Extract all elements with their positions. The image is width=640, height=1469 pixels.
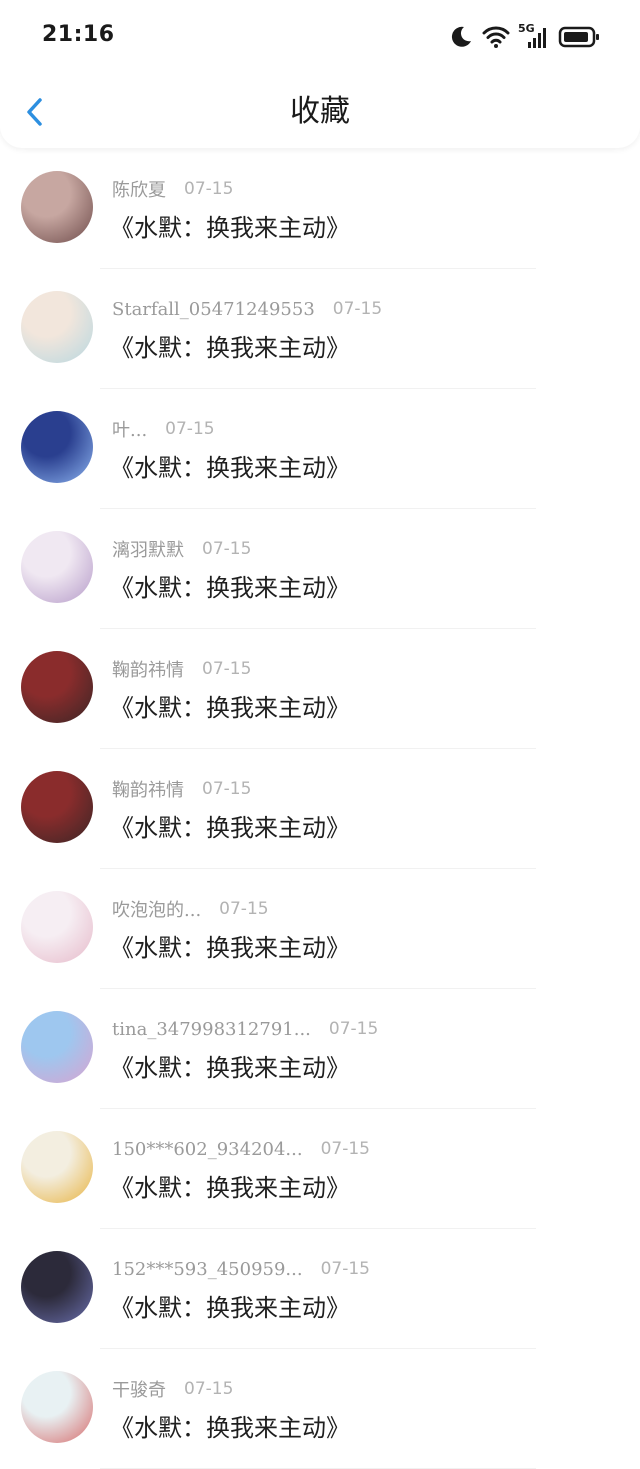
username[interactable]: 鞠韵祎情 [112,776,184,802]
list-item[interactable]: 鞠韵祎情 07-15 《水默：换我来主动》 [0,628,640,749]
avatar[interactable] [21,1371,93,1443]
meta-line: 鞠韵祎情 07-15 [112,656,251,682]
item-title[interactable]: 《水默：换我来主动》 [110,688,350,723]
date-label: 07-15 [219,899,269,919]
avatar[interactable] [21,1251,93,1323]
username[interactable]: 叶... [112,416,147,442]
battery-icon [558,25,600,49]
date-label: 07-15 [184,1379,234,1399]
date-label: 07-15 [184,179,234,199]
item-title[interactable]: 《水默：换我来主动》 [110,1408,350,1443]
item-title[interactable]: 《水默：换我来主动》 [110,448,350,483]
item-title[interactable]: 《水默：换我来主动》 [110,1168,350,1203]
date-label: 07-15 [202,539,252,559]
meta-line: 漓羽默默 07-15 [112,536,251,562]
item-title[interactable]: 《水默：换我来主动》 [110,1288,350,1323]
meta-line: 152***593_450959... 07-15 [112,1256,370,1282]
list-item[interactable]: 陈欣夏 07-15 《水默：换我来主动》 [0,148,640,269]
date-label: 07-15 [202,779,252,799]
list-item[interactable]: 漓羽默默 07-15 《水默：换我来主动》 [0,508,640,629]
item-title[interactable]: 《水默：换我来主动》 [110,1048,350,1083]
favorites-list: 陈欣夏 07-15 《水默：换我来主动》 Starfall_05471249553 07… [0,148,640,1469]
avatar[interactable] [21,1011,93,1083]
nav-bar: 收藏 [0,76,640,148]
username[interactable]: 陈欣夏 [112,176,166,202]
username[interactable]: 干骏奇 [112,1376,166,1402]
date-label: 07-15 [320,1259,370,1279]
list-item[interactable]: 干骏奇 07-15 《水默：换我来主动》 [0,1348,640,1469]
meta-line: 150***602_934204... 07-15 [112,1136,370,1162]
item-title[interactable]: 《水默：换我来主动》 [110,328,350,363]
item-title[interactable]: 《水默：换我来主动》 [110,928,350,963]
meta-line: Starfall_05471249553 07-15 [112,296,382,322]
avatar[interactable] [21,771,93,843]
username[interactable]: 吹泡泡的... [112,896,201,922]
list-item[interactable]: tina_347998312791... 07-15 《水默：换我来主动》 [0,988,640,1109]
item-title[interactable]: 《水默：换我来主动》 [110,568,350,603]
avatar[interactable] [21,1131,93,1203]
meta-line: 叶... 07-15 [112,416,215,442]
status-time: 21:16 [42,22,115,47]
item-title[interactable]: 《水默：换我来主动》 [110,808,350,843]
date-label: 07-15 [165,419,215,439]
date-label: 07-15 [202,659,252,679]
list-item[interactable]: 鞠韵祎情 07-15 《水默：换我来主动》 [0,748,640,869]
username[interactable]: Starfall_05471249553 [112,299,315,320]
list-item[interactable]: 叶... 07-15 《水默：换我来主动》 [0,388,640,509]
cellular-5g-icon: 5G [518,22,550,50]
page-title: 收藏 [290,94,350,129]
header: 21:16 5G 收藏 [0,0,640,148]
avatar[interactable] [21,171,93,243]
status-icons: 5G [448,22,600,52]
meta-line: 干骏奇 07-15 [112,1376,233,1402]
username[interactable]: 漓羽默默 [112,536,184,562]
username[interactable]: 150***602_934204... [112,1139,303,1160]
date-label: 07-15 [332,299,383,319]
wifi-icon [482,25,510,49]
list-item[interactable]: 吹泡泡的... 07-15 《水默：换我来主动》 [0,868,640,989]
date-label: 07-15 [320,1139,370,1159]
moon-icon [448,24,474,50]
list-item[interactable]: Starfall_05471249553 07-15 《水默：换我来主动》 [0,268,640,389]
meta-line: 鞠韵祎情 07-15 [112,776,251,802]
username[interactable]: tina_347998312791... [112,1019,311,1040]
username[interactable]: 鞠韵祎情 [112,656,184,682]
avatar[interactable] [21,411,93,483]
meta-line: tina_347998312791... 07-15 [112,1016,378,1042]
avatar[interactable] [21,891,93,963]
list-item[interactable]: 152***593_450959... 07-15 《水默：换我来主动》 [0,1228,640,1349]
status-bar: 21:16 5G [0,0,640,72]
item-title[interactable]: 《水默：换我来主动》 [110,208,350,243]
username[interactable]: 152***593_450959... [112,1259,303,1280]
meta-line: 吹泡泡的... 07-15 [112,896,269,922]
meta-line: 陈欣夏 07-15 [112,176,233,202]
avatar[interactable] [21,531,93,603]
avatar[interactable] [21,651,93,723]
list-item[interactable]: 150***602_934204... 07-15 《水默：换我来主动》 [0,1108,640,1229]
avatar[interactable] [21,291,93,363]
date-label: 07-15 [328,1019,379,1039]
